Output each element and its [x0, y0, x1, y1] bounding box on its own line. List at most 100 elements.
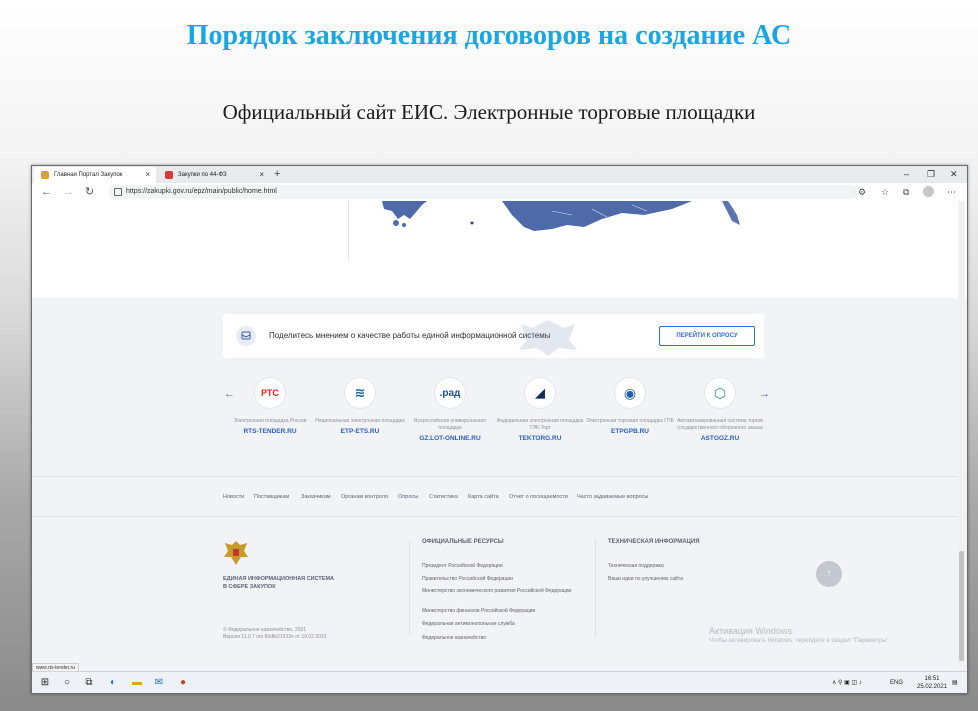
link-sitemap[interactable]: Карта сайта: [468, 477, 499, 517]
windows-start-icon[interactable]: ⊞: [38, 676, 52, 690]
divider: [595, 539, 596, 637]
slide-title: Порядок заключения договоров на создание…: [186, 20, 792, 51]
feedback-banner: Поделитесь мнением о качестве работы еди…: [223, 314, 764, 358]
translate-icon[interactable]: ⚙: [858, 185, 866, 199]
site-footer: ЕДИНАЯ ИНФОРМАЦИОННАЯ СИСТЕМА В СФЕРЕ ЗА…: [32, 516, 967, 671]
resource-link[interactable]: Федеральное казначейство: [422, 635, 486, 641]
link-stats[interactable]: Статистика: [429, 477, 458, 517]
platform-link[interactable]: ETPGPB.RU: [584, 428, 676, 435]
tech-link[interactable]: Ваши идеи по улучшению сайта: [608, 576, 683, 582]
platform-link[interactable]: RTS-TENDER.RU: [224, 428, 316, 435]
emblem-watermark: [519, 320, 577, 356]
file-explorer-icon[interactable]: ▬: [130, 676, 144, 690]
platform-card[interactable]: ⬡ Автоматизированная система торгов госу…: [674, 378, 766, 442]
maximize-icon[interactable]: ❐: [927, 166, 935, 182]
lock-icon: [114, 188, 122, 196]
browser-window: Главная Портал Закупок × Закупки по 44-Ф…: [31, 165, 968, 694]
collections-icon[interactable]: ⧉: [903, 185, 909, 199]
resource-link[interactable]: Правительство Российской Федерации: [422, 576, 513, 582]
task-view-icon[interactable]: ⧉: [82, 676, 96, 690]
resources-title: ОФИЦИАЛЬНЫЕ РЕСУРСЫ: [422, 539, 504, 545]
russia-map: [382, 201, 740, 231]
link-suppliers[interactable]: Поставщикам: [254, 477, 289, 517]
resource-link[interactable]: Министерство финансов Российской Федерац…: [422, 608, 535, 614]
platform-desc: Электронная торговая площадка ГПБ: [586, 418, 674, 424]
scrollbar[interactable]: [958, 201, 965, 671]
link-customers[interactable]: Заказчикам: [301, 477, 331, 517]
survey-button[interactable]: ПЕРЕЙТИ К ОПРОСУ: [659, 326, 755, 346]
divider: [409, 539, 410, 637]
edge-icon[interactable]: ◐: [106, 676, 120, 690]
rts-logo-icon: РТС: [255, 378, 285, 408]
tech-title: ТЕХНИЧЕСКАЯ ИНФОРМАЦИЯ: [608, 539, 700, 545]
link-polls[interactable]: Опросы: [398, 477, 418, 517]
tab-bar: Главная Портал Закупок × Закупки по 44-Ф…: [32, 166, 967, 183]
platform-card[interactable]: ◢ Федеральная электронная площадка ТЭК-Т…: [494, 378, 586, 442]
link-attendance[interactable]: Отчет о посещаемости: [509, 477, 568, 517]
platform-card[interactable]: ◉ Электронная торговая площадка ГПБ ETPG…: [584, 378, 676, 435]
clock[interactable]: 16:51 25.02.2021: [917, 675, 947, 691]
platform-desc: Федеральная электронная площадка ТЭК-Тор…: [496, 418, 584, 431]
notifications-icon[interactable]: ▤: [952, 672, 958, 693]
page-content: Поделитесь мнением о качестве работы еди…: [32, 201, 967, 671]
favorites-icon[interactable]: ☆: [881, 185, 889, 199]
coat-of-arms-icon: [224, 541, 248, 565]
platform-desc: Национальная электронная площадка: [315, 418, 405, 424]
menu-icon[interactable]: ⋯: [947, 185, 956, 199]
scroll-top-button[interactable]: ↑: [816, 561, 842, 587]
system-name: ЕДИНАЯ ИНФОРМАЦИОННАЯ СИСТЕМА В СФЕРЕ ЗА…: [223, 576, 334, 590]
language-indicator[interactable]: ENG: [890, 672, 903, 693]
taskbar: ⊞ ○ ⧉ ◐ ▬ ✉ ● ∧ ⚲ ▣ ◫ ♪ ENG 16:51 25.02.…: [32, 671, 967, 693]
platform-desc: Автоматизированная система торгов госуда…: [677, 418, 763, 431]
back-icon[interactable]: ←: [41, 184, 52, 200]
copyright: © Федеральное казначейство, 2021 Версия …: [223, 627, 327, 640]
forward-icon[interactable]: →: [63, 184, 74, 200]
tech-link[interactable]: Техническая поддержка: [608, 563, 664, 569]
slide-subtitle: Официальный сайт ЕИС. Электронные торгов…: [222, 100, 756, 124]
mail-icon[interactable]: ✉: [152, 676, 166, 690]
feedback-section: Поделитесь мнением о качестве работы еди…: [32, 298, 967, 476]
platform-link[interactable]: ASTGOZ.RU: [674, 435, 766, 442]
astgoz-logo-icon: ⬡: [705, 378, 735, 408]
address-bar: ← → ↻ https://zakupki.gov.ru/epz/main/pu…: [32, 183, 967, 202]
platform-link[interactable]: GZ.LOT-ONLINE.RU: [404, 435, 496, 442]
powerpoint-icon[interactable]: ●: [176, 676, 190, 690]
scrollbar-thumb[interactable]: [959, 551, 964, 661]
close-icon[interactable]: ×: [259, 167, 264, 183]
tab-44fz[interactable]: Закупки по 44-ФЗ ×: [158, 167, 270, 183]
platform-link[interactable]: ETP-ETS.RU: [314, 428, 406, 435]
new-tab-icon[interactable]: +: [274, 166, 280, 182]
tab-label: Закупки по 44-ФЗ: [178, 172, 227, 178]
platform-card[interactable]: ≋ Национальная электронная площадка ETP-…: [314, 378, 406, 435]
link-news[interactable]: Новости: [223, 477, 244, 517]
minimize-icon[interactable]: –: [904, 166, 909, 182]
link-faq[interactable]: Часто задаваемые вопросы: [577, 477, 648, 517]
search-icon[interactable]: ○: [60, 676, 74, 690]
map-area: [32, 201, 967, 298]
resource-link[interactable]: Федеральная антимонопольная служба: [422, 621, 515, 627]
tab-main-portal[interactable]: Главная Портал Закупок ×: [34, 167, 156, 183]
gpb-logo-icon: ◉: [615, 378, 645, 408]
platform-link[interactable]: TEKTORG.RU: [494, 435, 586, 442]
profile-avatar[interactable]: [923, 186, 934, 197]
windows-activation: Активация Windows Чтобы активировать Win…: [709, 626, 891, 644]
resource-link[interactable]: Министерство экономического развития Рос…: [422, 588, 572, 594]
ets-logo-icon: ≋: [345, 378, 375, 408]
reload-icon[interactable]: ↻: [85, 184, 94, 200]
emblem-icon: [41, 171, 49, 179]
rad-logo-icon: .рад: [435, 378, 465, 408]
footer-links: Новости Поставщикам Заказчикам Органам к…: [32, 476, 967, 517]
tektorg-logo-icon: ◢: [525, 378, 555, 408]
link-control[interactable]: Органам контроля: [341, 477, 388, 517]
platform-desc: Всероссийская универсальная площадка: [414, 418, 486, 431]
tray-icons[interactable]: ∧ ⚲ ▣ ◫ ♪: [832, 672, 862, 693]
platform-card[interactable]: .рад Всероссийская универсальная площадк…: [404, 378, 496, 442]
resource-link[interactable]: Президент Российской Федерации: [422, 563, 503, 569]
url-text: https://zakupki.gov.ru/epz/main/public/h…: [126, 188, 277, 195]
url-field[interactable]: https://zakupki.gov.ru/epz/main/public/h…: [108, 185, 858, 199]
close-icon[interactable]: ×: [145, 167, 150, 183]
platform-desc: Электронная площадка России: [233, 418, 307, 424]
close-window-icon[interactable]: ✕: [950, 166, 958, 182]
platform-card[interactable]: РТС Электронная площадка России RTS-TEND…: [224, 378, 316, 435]
feedback-icon: [236, 326, 256, 346]
